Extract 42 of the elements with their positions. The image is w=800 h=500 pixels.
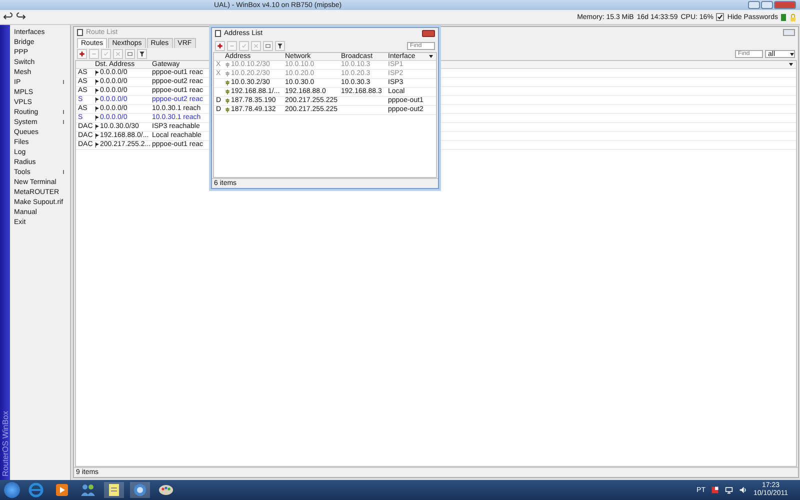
people-icon[interactable] (78, 482, 98, 498)
flag-icon (95, 133, 99, 139)
check-icon[interactable] (239, 40, 249, 50)
window-icon (215, 30, 221, 37)
volume-icon[interactable] (739, 486, 748, 494)
add-icon[interactable] (77, 49, 87, 59)
lock-icon (789, 12, 797, 22)
check-icon[interactable] (101, 49, 111, 59)
window-icon (77, 29, 83, 36)
browser-icon[interactable] (26, 482, 46, 498)
status-indicator-icon (781, 14, 786, 20)
maximize-button[interactable] (761, 1, 773, 9)
brand-label: RouterOS WinBox (0, 410, 10, 476)
column-menu-icon[interactable] (429, 55, 433, 58)
address-icon (225, 89, 230, 95)
winbox-icon[interactable] (130, 482, 150, 498)
add-icon[interactable] (215, 40, 225, 50)
address-icon (225, 107, 230, 113)
network-icon[interactable] (725, 486, 734, 494)
flag-icon (95, 142, 99, 148)
start-button[interactable] (4, 482, 20, 498)
flag-icon (95, 88, 99, 94)
paint-icon[interactable] (156, 482, 176, 498)
address-icon (225, 98, 230, 104)
flag-icon (95, 97, 99, 103)
address-icon (225, 62, 230, 68)
flag-icon (95, 124, 99, 130)
filter-icon[interactable] (275, 40, 285, 50)
filter-icon[interactable] (137, 49, 147, 59)
flag-icon (95, 115, 99, 121)
flag-icon (95, 106, 99, 112)
flag-icon (95, 79, 99, 85)
address-icon (225, 71, 230, 77)
hide-passwords-checkbox[interactable] (716, 13, 724, 21)
redo-icon[interactable] (16, 12, 26, 22)
flag-icon[interactable] (711, 486, 720, 494)
address-icon (225, 80, 230, 86)
undo-icon[interactable] (3, 12, 13, 22)
column-menu-icon[interactable] (789, 63, 793, 66)
notepad-icon[interactable] (104, 482, 124, 498)
minimize-button[interactable] (748, 1, 760, 9)
flag-icon (95, 70, 99, 76)
